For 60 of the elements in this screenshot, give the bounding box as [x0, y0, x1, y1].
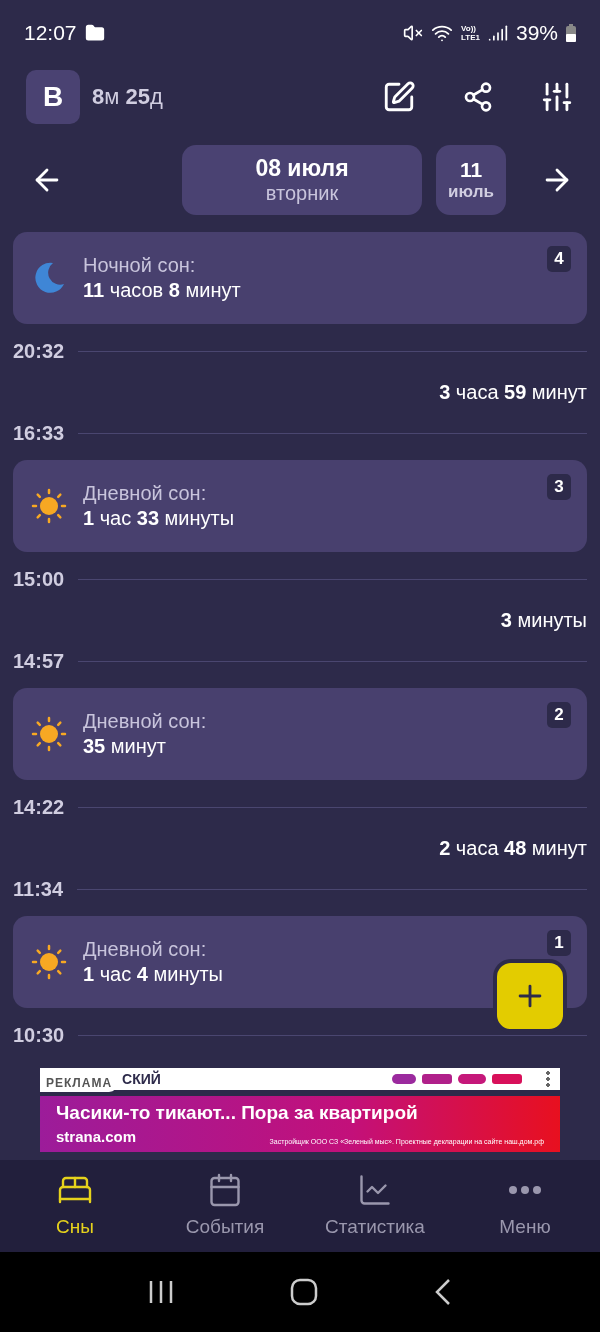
volte-label: Vo)): [461, 24, 477, 33]
awake-duration: 3 минуты: [500, 608, 587, 632]
calendar-icon: [207, 1172, 243, 1208]
more-icon: [508, 1185, 542, 1195]
child-avatar[interactable]: B: [26, 70, 80, 124]
sleep-duration: 11 часов 8 минут: [83, 279, 241, 302]
sleep-card[interactable]: Дневной сон: 1 час 33 минуты 3: [13, 460, 587, 552]
date-label: 08 июля: [255, 155, 349, 182]
time-label: 14:57: [13, 649, 65, 673]
share-icon[interactable]: [462, 81, 494, 113]
sleep-count: 4: [547, 246, 571, 272]
folder-icon: [84, 23, 105, 43]
sleep-count: 3: [547, 474, 571, 500]
sleep-type: Дневной сон:: [83, 938, 208, 961]
sun-icon: [31, 488, 67, 524]
sleep-card[interactable]: Дневной сон: 1 час 4 минуты 1: [13, 916, 587, 1008]
sleep-type: Ночной сон:: [83, 254, 197, 277]
home-icon[interactable]: [290, 1278, 318, 1306]
sleep-type: Дневной сон:: [83, 710, 207, 733]
sleep-type: Дневной сон:: [83, 482, 208, 505]
clock-time: 12:07: [24, 21, 77, 45]
ad-brand-text: СКИЙ: [122, 1071, 161, 1087]
sun-icon: [31, 944, 67, 980]
nav-tab[interactable]: Сны: [0, 1160, 150, 1252]
time-label: 11:34: [13, 877, 64, 901]
recents-icon[interactable]: [148, 1279, 174, 1305]
awake-duration: 3 часа 59 минут: [439, 380, 587, 404]
time-label: 14:22: [13, 795, 65, 819]
weekday-label: вторник: [265, 182, 339, 205]
sun-icon: [31, 716, 67, 752]
time-label: 20:32: [13, 339, 65, 363]
time-label: 16:33: [13, 421, 65, 445]
battery-percent: 39%: [515, 21, 558, 45]
line-chart-icon: [357, 1172, 393, 1208]
settings-icon[interactable]: [540, 80, 574, 114]
sleep-duration: 1 час 33 минуты: [83, 507, 235, 530]
lte-label: LTE1: [461, 33, 480, 42]
back-icon[interactable]: [434, 1278, 452, 1306]
ad-headline: Часики-то тикают... Пора за квартирой: [56, 1102, 419, 1124]
time-label: 10:30: [13, 1023, 65, 1047]
battery-icon: [566, 24, 576, 42]
sleep-card[interactable]: Дневной сон: 35 минут 2: [13, 688, 587, 780]
awake-duration: 2 часа 48 минут: [439, 836, 587, 860]
nav-tab[interactable]: Статистика: [300, 1160, 450, 1252]
sleep-count: 2: [547, 702, 571, 728]
time-label: 15:00: [13, 567, 65, 591]
age-day: 11: [459, 158, 483, 182]
nav-tab[interactable]: Меню: [450, 1160, 600, 1252]
mute-icon: [403, 23, 423, 43]
ad-site: strana.com: [56, 1128, 137, 1145]
edit-icon[interactable]: [382, 80, 416, 114]
sleep-duration: 1 час 4 минуты: [83, 963, 223, 986]
signal-icon: [487, 23, 508, 43]
sleep-duration: 35 минут: [83, 735, 167, 758]
child-age: 8м 25д: [92, 84, 163, 110]
sleep-count: 1: [547, 930, 571, 956]
nav-tab[interactable]: События: [150, 1160, 300, 1252]
age-month: июль: [448, 182, 494, 202]
date-selector[interactable]: 08 июля вторник: [182, 145, 422, 215]
sleep-card[interactable]: Ночной сон: 11 часов 8 минут 4: [13, 232, 587, 324]
